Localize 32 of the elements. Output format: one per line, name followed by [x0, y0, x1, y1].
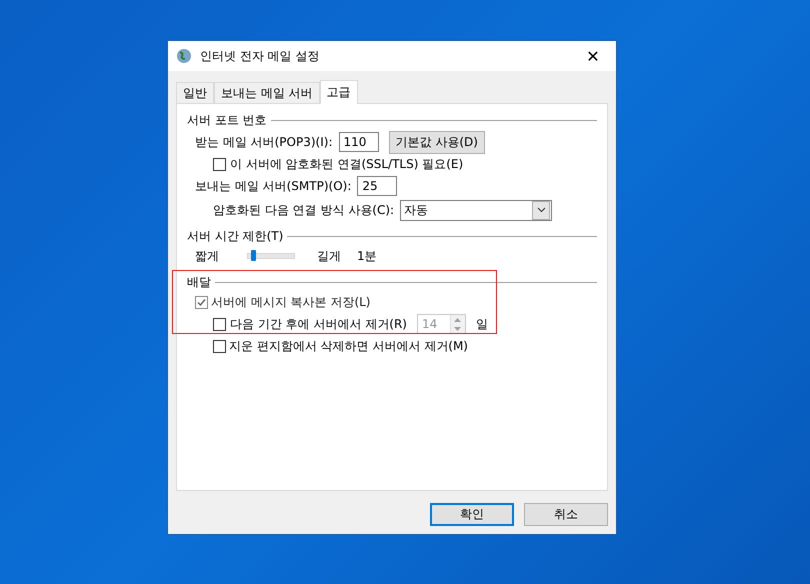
dialog-button[interactable]: 확인	[430, 503, 514, 526]
default-button[interactable]: 기본값 사용(D)	[388, 130, 485, 154]
globe-icon	[176, 48, 192, 64]
field-label: 보내는 메일 서버(SMTP)(O):	[195, 178, 352, 194]
input-field[interactable]: 110	[338, 132, 378, 152]
slider-label: 짧게	[195, 248, 219, 264]
dialog-button[interactable]: 취소	[524, 503, 608, 526]
tab[interactable]: 일반	[176, 82, 214, 103]
group-heading: 배달	[187, 274, 211, 290]
unit-label: 일	[476, 316, 488, 332]
field-label: 받는 메일 서버(POP3)(I):	[195, 134, 332, 150]
field-label: 암호화된 다음 연결 방식 사용(C):	[213, 202, 394, 218]
close-button[interactable]: ✕	[570, 41, 616, 71]
chevron-icon	[532, 200, 550, 220]
checkbox-label: 이 서버에 암호화된 연결(SSL/TLS) 필요(E)	[230, 156, 464, 172]
checkbox[interactable]	[213, 340, 226, 352]
slider-label: 길게	[317, 248, 341, 264]
input-field[interactable]: 25	[357, 176, 398, 196]
tab[interactable]: 고급	[320, 80, 358, 104]
tab[interactable]: 보내는 메일 서버	[214, 82, 320, 103]
checkbox[interactable]	[213, 318, 226, 330]
slider-reading: 1분	[357, 248, 377, 264]
checkbox-label: 지운 편지함에서 삭제하면 서버에서 제거(M)	[229, 338, 468, 354]
group-heading: 서버 포트 번호	[187, 112, 267, 128]
dropdown[interactable]: 자동	[400, 200, 552, 220]
checkbox-label: 서버에 메시지 복사본 저장(L)	[211, 294, 370, 310]
slider-track[interactable]	[247, 253, 295, 259]
group-heading: 서버 시간 제한(T)	[187, 228, 284, 244]
slider-thumb[interactable]	[250, 250, 256, 261]
window-title: 인터넷 전자 메일 설정	[200, 48, 320, 64]
checkbox-label: 다음 기간 후에 서버에서 제거(R)	[230, 316, 407, 332]
checkbox[interactable]	[213, 158, 226, 170]
